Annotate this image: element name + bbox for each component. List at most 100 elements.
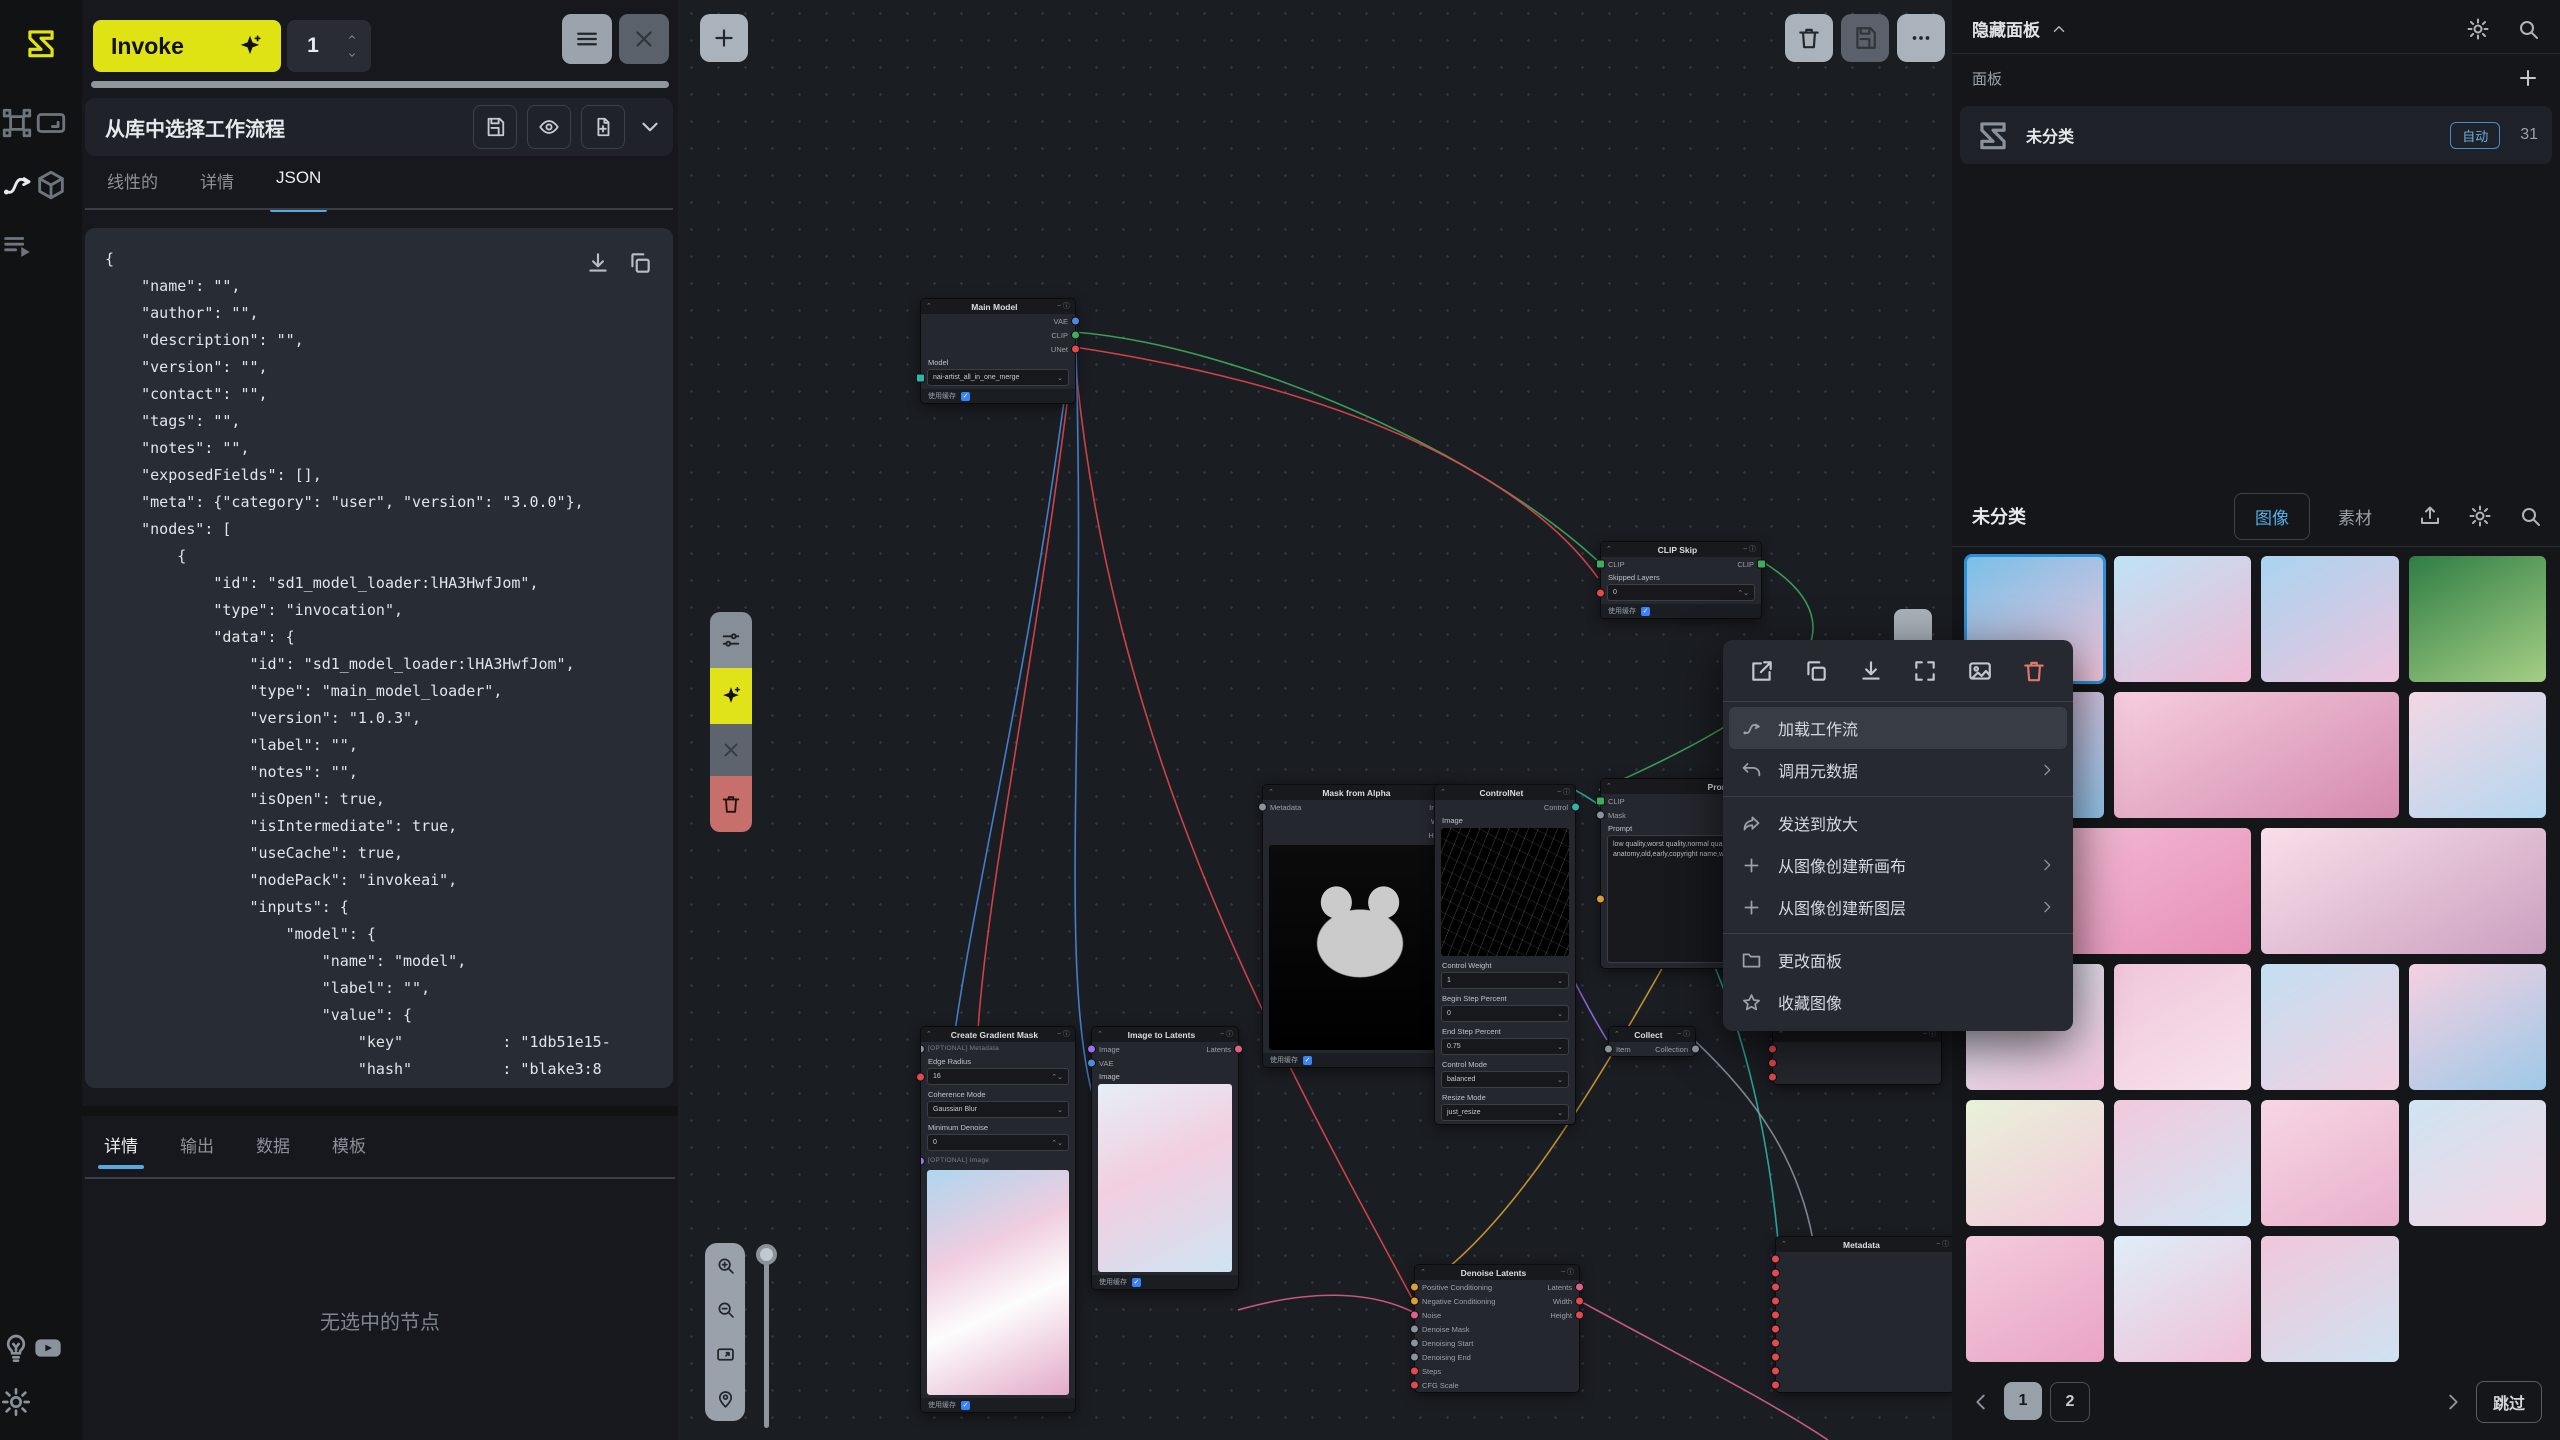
add-node-button[interactable] [700, 14, 748, 62]
gallery-tab-0[interactable]: 图像 [2234, 493, 2310, 540]
port-right[interactable] [1757, 560, 1766, 569]
clear-canvas-button[interactable] [1785, 14, 1833, 62]
workflow-tab-2[interactable]: JSON [276, 168, 321, 210]
node-create-gradient-mask[interactable]: ⌃Create Gradient Mask− ⓘ[OPTIONAL] Metad… [920, 1026, 1076, 1413]
port-left[interactable] [1596, 895, 1605, 904]
collapse-icon[interactable]: ⌃ [1440, 789, 1446, 796]
collapse-icon[interactable]: ⌃ [1606, 783, 1612, 790]
port-left[interactable] [1410, 1283, 1419, 1292]
collapse-icon[interactable]: ⌃ [926, 303, 932, 310]
node-clip-skip[interactable]: ⌃CLIP Skip− ⓘCLIPCLIPSkipped Layers0⌃⌄使用… [1600, 541, 1762, 619]
gallery-search-button[interactable] [2518, 504, 2542, 528]
open-in-new-icon[interactable] [1749, 658, 1775, 684]
port-left[interactable] [1768, 1073, 1777, 1082]
rail-item-workflows[interactable] [0, 168, 34, 202]
dropdown-field[interactable]: nai-artist_all_in_one_merge⌄ [927, 369, 1069, 386]
boards-settings-icon[interactable] [2466, 17, 2490, 41]
skip-button[interactable]: 跳过 [2476, 1381, 2542, 1423]
port-left[interactable] [1771, 1283, 1780, 1292]
add-board-button[interactable] [2516, 66, 2540, 90]
node-header[interactable]: ⌃ControlNet− ⓘ [1435, 785, 1575, 800]
chevron-down-icon[interactable] [637, 114, 663, 140]
checkbox-checked[interactable]: ✓ [961, 392, 970, 401]
port-left[interactable] [1771, 1339, 1780, 1348]
gallery-image[interactable] [1966, 1100, 2104, 1226]
node-collect[interactable]: ⌃Collect− ⓘItemCollection [1608, 1026, 1696, 1057]
port-left[interactable] [1410, 1367, 1419, 1376]
stepper-up-icon[interactable] [345, 32, 359, 42]
gallery-tab-1[interactable]: 素材 [2318, 494, 2392, 539]
checkbox-checked[interactable]: ✓ [1132, 1278, 1141, 1287]
boards-search-icon[interactable] [2516, 17, 2540, 41]
delete-image-icon[interactable] [2021, 658, 2047, 684]
port-right[interactable] [1071, 331, 1080, 340]
collapse-icon[interactable]: ⌃ [1097, 1031, 1103, 1038]
port-left[interactable] [1771, 1255, 1780, 1264]
dropdown-field[interactable]: 1⌄ [1441, 972, 1569, 989]
center-view-button[interactable] [715, 1388, 736, 1409]
node-controlnet[interactable]: ⌃ControlNet− ⓘControlImageControl Weight… [1434, 784, 1576, 1125]
port-right[interactable] [1071, 317, 1080, 326]
rail-item-tips[interactable] [0, 1332, 32, 1364]
dropdown-field[interactable]: just_resize⌄ [1441, 1104, 1569, 1121]
download-json-button[interactable] [585, 250, 611, 276]
port-left[interactable] [1596, 811, 1605, 820]
port-left[interactable] [1771, 1367, 1780, 1376]
cancel-button[interactable] [710, 724, 752, 776]
node-header[interactable]: ⌃Main Model− ⓘ [921, 299, 1075, 314]
workflow-menu-button[interactable] [562, 14, 612, 64]
zoom-out-button[interactable] [715, 1299, 736, 1320]
dropdown-field[interactable]: 0⌄ [1441, 1005, 1569, 1022]
node-header[interactable]: ⌃Create Gradient Mask− ⓘ [921, 1027, 1075, 1042]
node-metadata[interactable]: ⌃Metadata− ⓘ [1775, 1236, 1952, 1393]
gallery-image[interactable] [2261, 1236, 2399, 1362]
node-header[interactable]: ⌃Denoise Latents− ⓘ [1415, 1265, 1579, 1280]
fit-view-button[interactable] [715, 1344, 736, 1365]
save-canvas-button[interactable] [1841, 14, 1889, 62]
gallery-image[interactable] [2114, 692, 2399, 818]
zoom-slider-handle[interactable] [756, 1244, 777, 1265]
port-left[interactable] [1087, 1059, 1096, 1068]
next-page-button[interactable] [2442, 1391, 2464, 1413]
menu-item-3[interactable]: 从图像创建新画布 [1729, 844, 2067, 886]
page-button-1[interactable]: 1 [2004, 1382, 2042, 1420]
canvas-more-button[interactable] [1897, 14, 1945, 62]
port-right[interactable] [1234, 1045, 1243, 1054]
rail-item-nodes-select[interactable] [0, 106, 34, 140]
download-image-icon[interactable] [1858, 658, 1884, 684]
gallery-image[interactable] [2114, 1100, 2252, 1226]
copy-json-button[interactable] [627, 250, 653, 276]
node-unnamed[interactable]: ⌃− ⓘ [1772, 1026, 1942, 1085]
port-right[interactable] [1571, 803, 1580, 812]
rail-item-queue[interactable] [0, 230, 34, 264]
port-left[interactable] [1410, 1311, 1419, 1320]
save-workflow-button[interactable] [473, 105, 517, 149]
port-left[interactable] [916, 1072, 925, 1081]
port-right[interactable] [1575, 1311, 1584, 1320]
rail-item-canvas[interactable] [34, 106, 68, 140]
open-in-viewer-icon[interactable] [1912, 658, 1938, 684]
inspector-tab-1[interactable]: 输出 [180, 1132, 214, 1167]
node-main-model[interactable]: ⌃Main Model− ⓘVAECLIPUNetModelnai-artist… [920, 298, 1076, 404]
menu-item-5[interactable]: 更改面板 [1729, 939, 2067, 981]
menu-item-2[interactable]: 发送到放大 [1729, 802, 2067, 844]
collapse-icon[interactable]: ⌃ [1606, 546, 1612, 553]
rail-item-settings[interactable] [0, 1386, 32, 1418]
upload-image-button[interactable] [2418, 504, 2442, 528]
zoom-in-button[interactable] [715, 1255, 736, 1276]
node-header[interactable]: ⌃Metadata− ⓘ [1776, 1237, 1952, 1252]
checkbox-checked[interactable]: ✓ [961, 1401, 970, 1410]
port-left[interactable] [1596, 560, 1605, 569]
node-header[interactable]: ⌃Mask from Alpha− ⓘ [1263, 785, 1457, 800]
node-header[interactable]: ⌃Image to Latents− ⓘ [1092, 1027, 1238, 1042]
port-left[interactable] [916, 373, 925, 382]
new-workflow-button[interactable] [581, 105, 625, 149]
node-settings-button[interactable] [710, 612, 752, 668]
port-left[interactable] [1410, 1339, 1419, 1348]
gallery-image[interactable] [2261, 964, 2399, 1090]
checkbox-checked[interactable]: ✓ [1641, 607, 1650, 616]
port-left[interactable] [1410, 1381, 1419, 1390]
use-as-reference-icon[interactable] [1967, 658, 1993, 684]
port-left[interactable] [1410, 1297, 1419, 1306]
workflow-tab-1[interactable]: 详情 [200, 168, 234, 210]
